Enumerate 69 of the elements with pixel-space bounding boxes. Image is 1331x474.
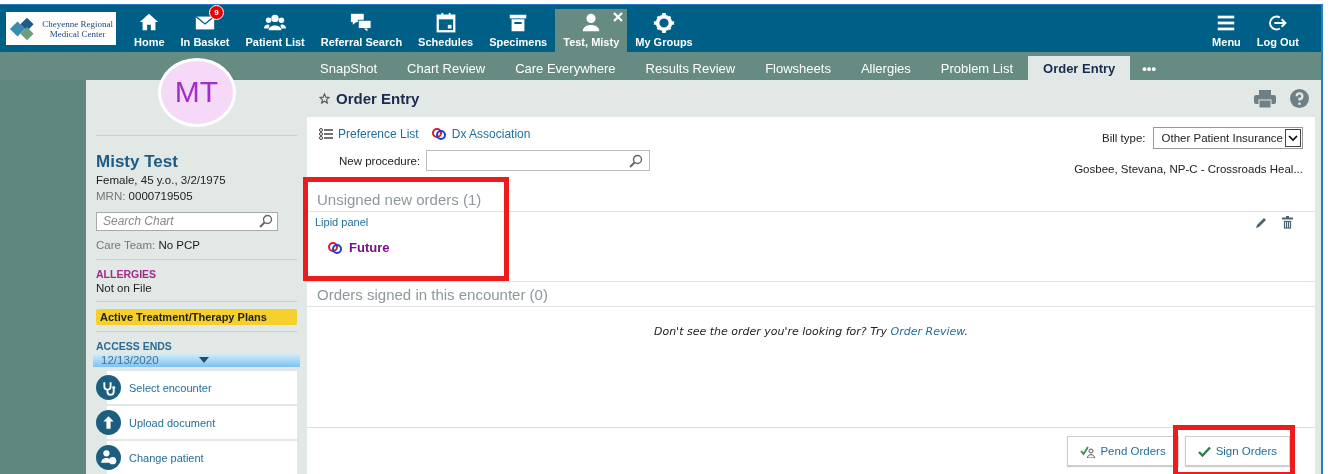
toolbar-link[interactable]: Dx Association [430,127,531,141]
linked-rings-icon [327,240,343,255]
toolbar-link[interactable]: Preference List [319,127,419,141]
tab[interactable]: Allergies [845,56,926,80]
tab[interactable]: Problem List [925,56,1029,80]
chevron-icon [1285,129,1301,147]
count-badge: 9 [209,5,224,20]
tab[interactable]: Results Review [630,56,751,80]
nav-button[interactable]: My Groups [627,5,701,52]
list-icon [319,128,333,140]
search-icon [259,214,273,229]
help-icon[interactable] [1290,89,1309,108]
tab[interactable]: SnapShot [305,56,393,80]
trash-icon[interactable] [1282,216,1293,229]
nav-button[interactable]: Specimens [481,5,556,52]
mrn-text: MRN: 0000719505 [96,188,194,204]
check-icon [1197,445,1211,457]
star-icon[interactable] [319,93,330,104]
allergies-text: Not on File [96,280,153,296]
nav-button[interactable]: Patient List [237,5,313,52]
section-heading: Orders signed in this encounter (0) [307,282,1315,307]
search-field[interactable]: Search Chart [96,211,278,231]
treatment-plans-badge[interactable]: Active Treatment/Therapy Plans [96,308,297,325]
tab[interactable]: Flowsheets [750,56,846,80]
nav-button[interactable]: Referral Search [312,5,411,52]
tab[interactable]: Care Everywhere [500,56,631,80]
bill-type-label: Bill type: [1102,132,1146,144]
order-review-link[interactable]: Order Review [890,325,965,338]
order-status: Future [349,240,390,255]
close-icon[interactable] [613,12,624,22]
nav-button[interactable]: Log Out [1248,5,1307,52]
sidebar-action[interactable]: Change patient [107,441,297,474]
nav-button[interactable]: 9 In Basket [172,5,238,52]
demographics-text: Female, 45 y.o., 3/2/1975 [96,172,227,188]
sign-orders-button[interactable]: Sign Orders [1184,436,1290,466]
sidebar-action[interactable]: Upload document [107,406,297,439]
calendar-icon [434,12,457,34]
nav-button[interactable]: Menu [1204,5,1249,52]
linked-rings-icon [430,127,447,141]
procedure-field[interactable] [426,150,651,171]
chat-icon [350,12,373,34]
search-icon [629,153,644,168]
logo-text: Cheyenne Regional Medical Center [42,18,113,39]
nav-button[interactable]: Test, Misty [555,9,628,52]
patient-name: Misty Test [96,151,179,172]
care-team-text: Care Team: No PCP [96,237,201,253]
tab[interactable]: Order Entry [1028,56,1131,80]
gear-icon [653,12,675,34]
tab[interactable]: Chart Review [392,56,501,80]
nav-button[interactable]: Schedules [410,5,482,52]
more-tabs-button[interactable]: ••• [1130,56,1168,80]
access-heading: ACCESS ENDS [96,339,173,352]
pend-orders-button[interactable]: Pend Orders [1067,436,1179,466]
printer-icon[interactable] [1254,89,1276,108]
check-person-icon [1080,444,1096,458]
order-name[interactable]: Lipid panel [315,216,1307,228]
hint-text: Don't see the order you're looking for? Try Order Review. [652,325,970,338]
page-title: Order Entry [336,90,420,107]
section-heading: Unsigned new orders (1) [307,187,1315,212]
allergies-heading: ALLERGIES [96,267,158,280]
caret-icon [198,357,209,364]
pencil-icon[interactable] [1255,216,1268,229]
procedure-label: New procedure: [339,154,421,167]
bill-type-dropdown[interactable]: Other Patient Insurance [1152,127,1303,149]
sidebar-action[interactable]: Select encounter [107,371,297,404]
avatar: MT [157,58,236,127]
nav-button[interactable]: Home [126,5,173,52]
provider-text: Gosbee, Stevana, NP-C - Crossroads Heal... [1074,163,1303,175]
access-date-dropdown[interactable]: 12/13/2020 [93,353,300,367]
